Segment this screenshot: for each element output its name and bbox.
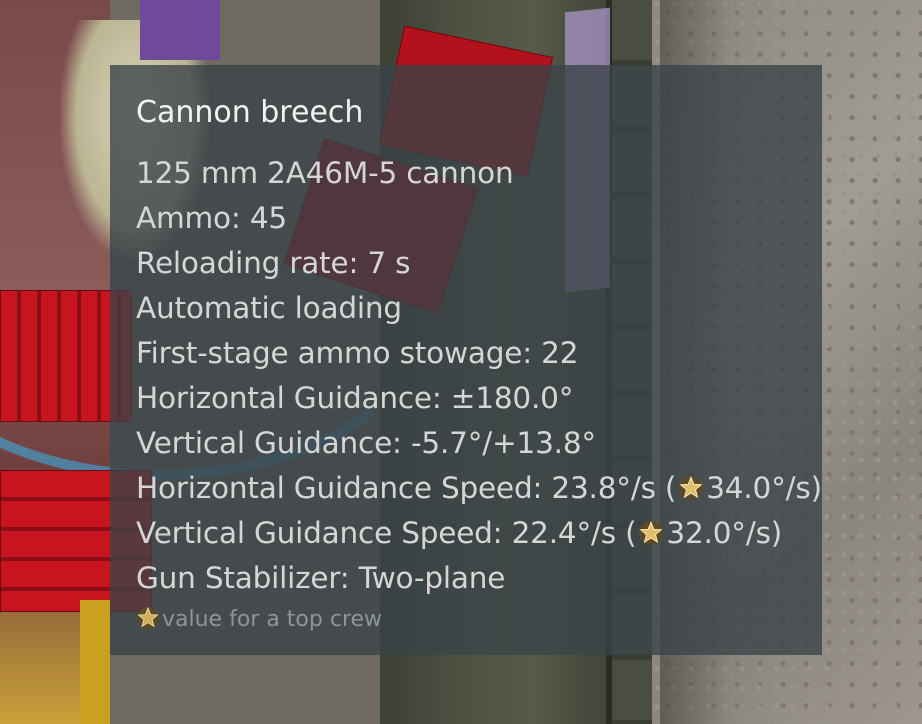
tooltip-footnote: value for a top crew xyxy=(136,605,822,635)
module-purple xyxy=(140,0,220,60)
top-crew-star-icon xyxy=(679,475,704,500)
stat-vertical-speed: Vertical Guidance Speed: 22.4°/s ( 32.0°/… xyxy=(136,511,822,556)
speed-label: Horizontal Guidance Speed: 23.8°/s ( xyxy=(136,471,677,505)
stat-horizontal-speed: Horizontal Guidance Speed: 23.8°/s ( 34.0… xyxy=(136,466,822,511)
stat-stowage: First-stage ammo stowage: 22 xyxy=(136,336,579,370)
speed-top-value: 32.0°/s) xyxy=(666,516,783,550)
footnote-text: value for a top crew xyxy=(162,607,383,632)
stat-vertical-guidance: Vertical Guidance: -5.7°/+13.8° xyxy=(136,426,596,460)
speed-label: Vertical Guidance Speed: 22.4°/s ( xyxy=(136,516,637,550)
stat-ammo: Ammo: 45 xyxy=(136,201,287,235)
interior-strip xyxy=(80,600,110,724)
top-crew-star-icon xyxy=(639,520,664,545)
stat-weapon: 125 mm 2A46M-5 cannon xyxy=(136,156,514,190)
stat-horizontal-guidance: Horizontal Guidance: ±180.0° xyxy=(136,381,574,415)
tooltip-stats: 125 mm 2A46M-5 cannon Ammo: 45 Reloading… xyxy=(136,151,822,601)
stat-reload: Reloading rate: 7 s xyxy=(136,246,411,280)
tooltip-title: Cannon breech xyxy=(136,95,364,130)
top-crew-star-icon xyxy=(137,606,159,629)
stat-loading: Automatic loading xyxy=(136,291,402,325)
speed-top-value: 34.0°/s) xyxy=(706,471,822,505)
stat-stabilizer: Gun Stabilizer: Two-plane xyxy=(136,561,506,595)
module-info-tooltip: Cannon breech 125 mm 2A46M-5 cannon Ammo… xyxy=(110,65,822,655)
